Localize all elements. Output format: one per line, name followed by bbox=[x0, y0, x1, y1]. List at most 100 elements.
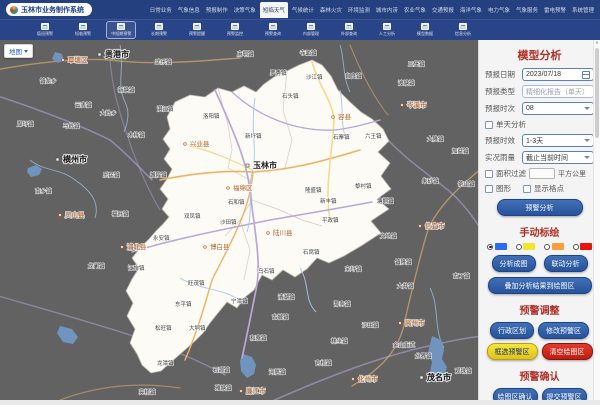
map[interactable]: 地图 bbox=[0, 40, 478, 400]
analysis-panel: 模型分析 预报日期 2023/07/18 预报类型 精细化报告（单天） 预报时次… bbox=[478, 40, 600, 400]
map-label-大岭乡: 大岭乡 bbox=[100, 109, 117, 117]
map-label-石和镇: 石和镇 bbox=[228, 198, 245, 206]
map-canvas[interactable]: 贵港市覃塘区武乐镇麻垌镇寺面镇三堡镇镇龙乡新塘镇罗秀镇沙江镇自良镇波塘镇云表镇大… bbox=[0, 40, 478, 400]
doc-icon bbox=[345, 23, 353, 30]
plot-color-red[interactable] bbox=[573, 243, 593, 250]
map-label-罗秀镇: 罗秀镇 bbox=[270, 69, 287, 77]
nav-item-农业气象[interactable]: 农业气象 bbox=[402, 3, 428, 17]
map-label-石寨镇: 石寨镇 bbox=[333, 133, 350, 141]
plot-color-yellow[interactable] bbox=[516, 243, 536, 250]
toolbar-item-模型数据[interactable]: 模型数据 bbox=[410, 21, 440, 39]
plot-color-orange[interactable] bbox=[544, 243, 564, 250]
forecast-date-label: 预报日期 bbox=[485, 69, 519, 80]
map-label-和寮镇: 和寮镇 bbox=[250, 334, 267, 342]
logo-icon bbox=[10, 6, 18, 14]
warning-toolbar: 值班预警短临预警中短期预警长期预警预警提醒预警监控预警查询内部管理 外部查询 人工分… bbox=[0, 19, 600, 40]
nav-item-交通预报[interactable]: 交通预报 bbox=[430, 3, 456, 17]
nav-item-决策气象[interactable]: 决策气象 bbox=[232, 3, 258, 17]
grid-points-checkbox[interactable] bbox=[523, 185, 531, 193]
toolbar-item-外部查询[interactable]: 外部查询 bbox=[334, 21, 364, 39]
graphic-checkbox[interactable] bbox=[485, 185, 493, 193]
nav-item-气象信息[interactable]: 气象信息 bbox=[176, 3, 202, 17]
adjust-button-清空绘图区[interactable]: 清空绘图区 bbox=[542, 343, 593, 360]
warning-adjust-title: 预警调整 bbox=[479, 302, 600, 317]
panel-scrollbar[interactable]: ∧ bbox=[593, 40, 600, 400]
map-label-官桥镇: 官桥镇 bbox=[315, 359, 332, 367]
adjust-button-框选预警区[interactable]: 框选预警区 bbox=[487, 343, 538, 360]
nav-item-系统管理[interactable]: 系统管理 bbox=[570, 3, 596, 17]
map-label-塘垌镇: 塘垌镇 bbox=[377, 197, 394, 205]
map-label-清湖镇: 清湖镇 bbox=[278, 293, 295, 301]
county-marker bbox=[332, 116, 335, 119]
map-label-乐民镇: 乐民镇 bbox=[103, 171, 120, 179]
toolbar-item-内部管理[interactable]: 内部管理 bbox=[296, 21, 326, 39]
county-marker bbox=[121, 246, 124, 249]
confirm-button-绘图区确认[interactable]: 绘图区确认 bbox=[493, 388, 538, 400]
warning-confirm-title: 预警确认 bbox=[479, 368, 600, 383]
map-label-东平镇: 东平镇 bbox=[175, 300, 192, 308]
radio-icon[interactable] bbox=[487, 244, 493, 250]
map-label-马岭镇: 马岭镇 bbox=[63, 122, 80, 130]
scroll-up-icon[interactable]: ∧ bbox=[594, 40, 600, 47]
toolbar-item-短临预警[interactable]: 短临预警 bbox=[68, 21, 98, 39]
toolbar-item-值班预警[interactable]: 值班预警 bbox=[30, 21, 60, 39]
toolbar-item-信息分析[interactable]: 信息分析 bbox=[448, 21, 478, 39]
area-filter-label: 面积过滤 bbox=[496, 168, 526, 179]
nav-item-雷电预警[interactable]: 雷电预警 bbox=[542, 3, 568, 17]
map-label-福绵区: 福绵区 bbox=[233, 183, 253, 192]
county-marker bbox=[419, 225, 422, 228]
nav-item-气候统计[interactable]: 气候统计 bbox=[290, 3, 316, 17]
map-label-福旺镇: 福旺镇 bbox=[112, 210, 129, 218]
map-label-亮桥镇: 亮桥镇 bbox=[139, 388, 156, 396]
toolbar-item-label: 内部管理 bbox=[303, 31, 319, 36]
toolbar-item-预警监控[interactable]: 预警监控 bbox=[220, 21, 250, 39]
nav-item-环境监测[interactable]: 环境监测 bbox=[346, 3, 372, 17]
map-layer-label: 地图 bbox=[9, 46, 22, 56]
map-layer-button[interactable]: 地图 bbox=[4, 44, 33, 58]
map-label-宁潭镇: 宁潭镇 bbox=[231, 297, 248, 305]
confirm-button-提交预警区[interactable]: 提交预警区 bbox=[542, 388, 587, 400]
forecast-time-select[interactable]: 08 bbox=[522, 102, 594, 115]
nav-item-日常业务[interactable]: 日常业务 bbox=[148, 3, 174, 17]
county-marker bbox=[267, 232, 270, 235]
radio-icon[interactable] bbox=[516, 244, 522, 250]
forecast-date-input[interactable]: 2023/07/18 bbox=[522, 68, 594, 81]
overlay-results-button[interactable]: 叠加分析结果到绘图区 bbox=[488, 277, 592, 294]
county-marker bbox=[399, 322, 402, 325]
adjust-button-修改预警区[interactable]: 修改预警区 bbox=[538, 322, 589, 339]
adjust-button-行政区划[interactable]: 行政区划 bbox=[490, 322, 534, 339]
nav-item-短临天气[interactable]: 短临天气 bbox=[260, 2, 288, 18]
area-filter-checkbox[interactable] bbox=[485, 170, 493, 178]
toolbar-item-预警提醒[interactable]: 预警提醒 bbox=[182, 21, 212, 39]
toolbar-item-中短期预警[interactable]: 中短期预警 bbox=[106, 21, 136, 39]
manual-button-分析成图[interactable]: 分析成图 bbox=[492, 255, 536, 272]
warning-analyze-button[interactable]: 预警分析 bbox=[497, 199, 583, 216]
calendar-icon[interactable] bbox=[582, 71, 590, 79]
forecast-period-select[interactable]: 1-3天 bbox=[522, 134, 594, 147]
radio-icon[interactable] bbox=[573, 244, 579, 250]
plot-color-blue[interactable] bbox=[487, 243, 507, 250]
single-day-checkbox[interactable] bbox=[485, 121, 493, 129]
nav-item-气象服务[interactable]: 气象服务 bbox=[514, 3, 540, 17]
county-marker bbox=[62, 59, 65, 62]
radio-icon[interactable] bbox=[544, 244, 550, 250]
manual-button-联动分析[interactable]: 联动分析 bbox=[544, 255, 588, 272]
map-label-云表镇: 云表镇 bbox=[75, 101, 92, 109]
forecast-type-input[interactable]: 精细化报告（单天） bbox=[522, 85, 594, 98]
area-filter-input[interactable] bbox=[529, 168, 555, 179]
toolbar-item-人工分析[interactable]: 人工分析 bbox=[372, 21, 402, 39]
nav-item-城市内涝[interactable]: 城市内涝 bbox=[374, 3, 400, 17]
toolbar-item-长期预警[interactable]: 长期预警 bbox=[144, 21, 174, 39]
toolbar-item-预警查询[interactable]: 预警查询 bbox=[258, 21, 288, 39]
nav-item-电力气象[interactable]: 电力气象 bbox=[486, 3, 512, 17]
graphic-label: 图形 bbox=[496, 183, 511, 194]
nav-item-预报制作[interactable]: 预报制作 bbox=[204, 3, 230, 17]
rain-amount-select[interactable]: 截止当前时间 bbox=[522, 151, 594, 164]
toolbar-item-label: 外部查询 bbox=[341, 31, 357, 36]
scroll-thumb[interactable] bbox=[595, 48, 599, 138]
nav-item-森林火灾[interactable]: 森林火灾 bbox=[318, 3, 344, 17]
doc-icon bbox=[421, 23, 429, 30]
nav-item-海洋气象[interactable]: 海洋气象 bbox=[458, 3, 484, 17]
city-marker bbox=[98, 53, 101, 56]
plot-color-options bbox=[487, 243, 592, 250]
